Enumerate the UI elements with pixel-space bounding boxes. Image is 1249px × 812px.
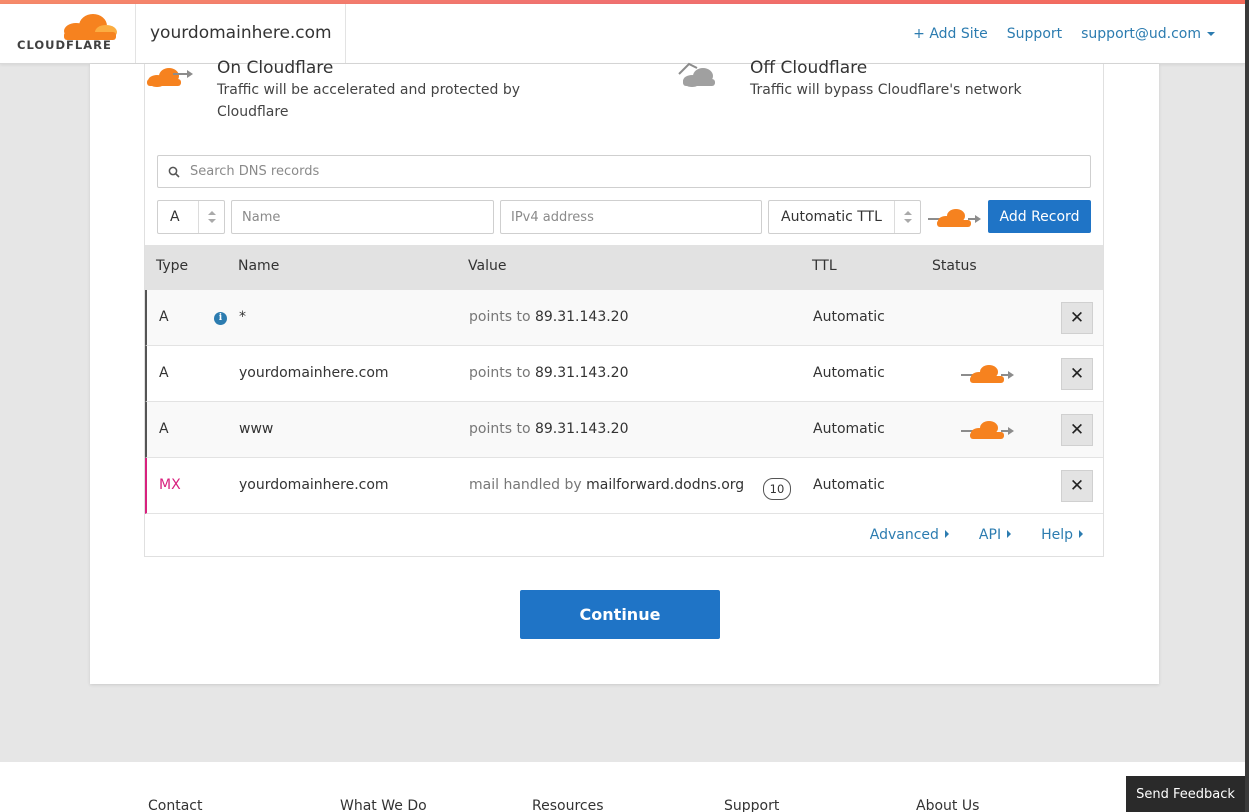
help-link[interactable]: Help (1041, 527, 1083, 543)
record-name[interactable]: yourdomainhere.com (239, 365, 389, 381)
api-label: API (978, 527, 1002, 543)
continue-button[interactable]: Continue (520, 590, 720, 639)
record-name[interactable]: yourdomainhere.com (239, 477, 389, 493)
proxy-off-description: Traffic will bypass Cloudflare's network (750, 82, 1022, 98)
record-value[interactable]: points to 89.31.143.20 (469, 309, 628, 325)
advanced-label: Advanced (869, 527, 939, 543)
col-ttl-header: TTL (812, 258, 837, 274)
record-ttl[interactable]: Automatic (813, 309, 885, 325)
select-arrows-icon (198, 201, 224, 233)
proxy-off-title: Off Cloudflare (750, 58, 868, 78)
proxy-toggle-cloud-icon[interactable] (928, 206, 982, 230)
account-email: support@ud.com (1081, 25, 1201, 42)
search-input[interactable] (190, 164, 1070, 179)
col-name-header: Name (238, 258, 280, 274)
add-site-link[interactable]: + Add Site (913, 26, 988, 42)
footer-contact[interactable]: Contact (148, 798, 202, 812)
table-row: A yourdomainhere.com points to 89.31.143… (145, 346, 1103, 402)
proxy-on-description: Traffic will be accelerated and protecte… (217, 82, 520, 120)
send-feedback-button[interactable]: Send Feedback (1126, 776, 1245, 812)
col-type-header: Type (156, 258, 189, 274)
delete-record-button[interactable]: ✕ (1061, 302, 1093, 334)
footer-support[interactable]: Support (724, 798, 779, 812)
footer-what-we-do[interactable]: What We Do (340, 798, 427, 812)
delete-record-button[interactable]: ✕ (1061, 414, 1093, 446)
chevron-right-icon (1079, 530, 1083, 538)
proxy-on-title: On Cloudflare (217, 58, 334, 78)
proxy-on-legend: On Cloudflare Traffic will be accelerate… (147, 58, 537, 123)
proxy-off-legend: Off Cloudflare Traffic will bypass Cloud… (678, 58, 1022, 101)
ttl-select[interactable]: Automatic TTL (768, 200, 921, 234)
ttl-value: Automatic TTL (781, 209, 882, 225)
record-ttl[interactable]: Automatic (813, 421, 885, 437)
value-content: mailforward.dodns.org (586, 477, 745, 493)
chevron-right-icon (1007, 530, 1012, 538)
orange-cloud-status-icon[interactable] (961, 362, 1015, 386)
record-value-input[interactable] (500, 200, 762, 234)
record-ttl[interactable]: Automatic (813, 365, 885, 381)
orange-cloud-status-icon[interactable] (961, 418, 1015, 442)
dns-records-panel: On Cloudflare Traffic will be accelerate… (144, 58, 1104, 557)
delete-record-button[interactable]: ✕ (1061, 358, 1093, 390)
record-type: A (159, 309, 169, 325)
panel-footer-links: Advanced API Help (870, 527, 1083, 543)
info-icon[interactable]: i (214, 312, 227, 325)
help-label: Help (1041, 527, 1073, 543)
cloudflare-logo[interactable]: CLOUDFLARE (0, 4, 136, 63)
table-row: A i * points to 89.31.143.20 Automatic ✕ (145, 290, 1103, 346)
record-type: MX (159, 477, 181, 493)
footer-resources[interactable]: Resources (532, 798, 604, 812)
record-name-input[interactable] (231, 200, 494, 234)
add-record-button[interactable]: Add Record (988, 200, 1091, 233)
value-prefix: mail handled by (469, 477, 582, 493)
record-type-select[interactable]: A (157, 200, 225, 234)
delete-record-button[interactable]: ✕ (1061, 470, 1093, 502)
record-value[interactable]: mail handled by mailforward.dodns.org (469, 477, 744, 493)
support-link[interactable]: Support (1007, 26, 1062, 42)
value-content: 89.31.143.20 (534, 309, 629, 325)
record-type: A (159, 365, 169, 381)
record-type: A (159, 421, 169, 437)
mx-priority-badge[interactable]: 10 (763, 478, 791, 500)
col-value-header: Value (468, 258, 507, 274)
account-menu[interactable]: support@ud.com (1081, 26, 1215, 42)
header-nav: + Add Site Support support@ud.com (913, 4, 1215, 63)
col-status-header: Status (932, 258, 977, 274)
value-prefix: points to (469, 421, 531, 437)
footer-about-us[interactable]: About Us (916, 798, 979, 812)
dns-setup-card: On Cloudflare Traffic will be accelerate… (90, 58, 1159, 684)
add-record-form: A Automatic TTL Add Record (157, 200, 1091, 234)
table-row: MX yourdomainhere.com mail handled by ma… (145, 458, 1103, 514)
window-edge (1245, 0, 1249, 812)
logo-text: CLOUDFLARE (17, 38, 112, 52)
top-header: CLOUDFLARE yourdomainhere.com + Add Site… (0, 4, 1245, 64)
orange-cloud-icon (147, 68, 193, 87)
record-type-value: A (170, 209, 180, 225)
record-name[interactable]: * (239, 309, 246, 325)
value-prefix: points to (469, 365, 531, 381)
value-prefix: points to (469, 309, 531, 325)
select-arrows-icon (894, 201, 920, 233)
record-value[interactable]: points to 89.31.143.20 (469, 365, 628, 381)
chevron-down-icon (1207, 31, 1215, 36)
record-value[interactable]: points to 89.31.143.20 (469, 421, 628, 437)
table-row: A www points to 89.31.143.20 Automatic ✕ (145, 402, 1103, 458)
dns-table-header: Type Name Value TTL Status (145, 245, 1103, 290)
api-link[interactable]: API (978, 527, 1012, 543)
chevron-right-icon (944, 530, 949, 538)
value-content: 89.31.143.20 (534, 365, 629, 381)
page-footer: Contact What We Do Resources Support Abo… (0, 762, 1245, 812)
record-name[interactable]: www (239, 421, 273, 437)
record-ttl[interactable]: Automatic (813, 477, 885, 493)
search-icon (168, 166, 180, 178)
gray-cloud-icon (678, 62, 715, 87)
site-name[interactable]: yourdomainhere.com (136, 4, 346, 63)
value-content: 89.31.143.20 (534, 421, 629, 437)
dns-search-box (157, 155, 1091, 188)
advanced-link[interactable]: Advanced (870, 527, 949, 543)
